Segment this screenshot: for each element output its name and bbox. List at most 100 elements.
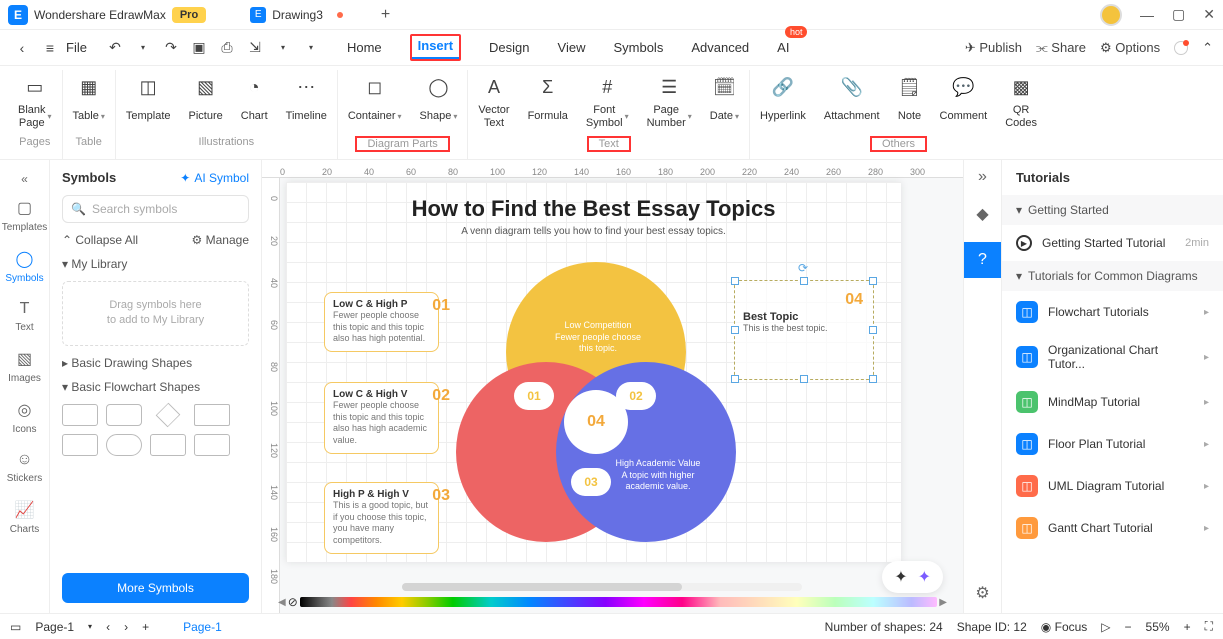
tab-ai[interactable]: AIhot [777,34,789,61]
tab-insert[interactable]: Insert [410,34,461,61]
font-symbol-button[interactable]: #Font Symbol▾ [586,76,629,130]
resize-handle[interactable] [800,277,808,285]
rail-stickers[interactable]: ☺Stickers [0,443,49,492]
back-button[interactable]: ‹ [10,36,34,60]
symbol-search-input[interactable]: 🔍 Search symbols [62,195,249,223]
export-button[interactable]: ⇲ [243,36,267,60]
library-drop-zone[interactable]: Drag symbols hereto add to My Library [62,281,249,346]
save-button[interactable]: ▣ [187,36,211,60]
new-tab-button[interactable]: + [381,6,390,24]
resize-handle[interactable] [800,375,808,383]
shape-rect2[interactable] [194,404,230,426]
tab-home[interactable]: Home [347,34,382,61]
user-avatar[interactable] [1100,4,1122,26]
venn-text-1[interactable]: Low Competition Fewer people choose this… [548,320,648,355]
maximize-button[interactable]: ▢ [1172,6,1185,23]
presentation-button[interactable]: ▷ [1101,620,1110,634]
formula-button[interactable]: ΣFormula [528,76,568,130]
shape-misc1[interactable] [150,434,186,456]
color-palette[interactable] [300,597,938,607]
undo-dropdown[interactable]: ▾ [131,36,155,60]
date-button[interactable]: 🗓Date▾ [710,76,739,130]
shape-rect[interactable] [62,404,98,426]
hyperlink-button[interactable]: 🔗Hyperlink [760,76,806,130]
rail-templates[interactable]: ▢Templates [0,190,49,241]
rail-charts[interactable]: 📈Charts [0,492,49,543]
timeline-button[interactable]: ⋯Timeline [286,76,327,130]
tutorial-item[interactable]: ◫Flowchart Tutorials▸ [1002,291,1223,333]
shape-diamond[interactable] [150,404,186,426]
canvas[interactable]: How to Find the Best Essay Topics A venn… [286,182,901,562]
resize-handle[interactable] [869,326,877,334]
fit-button[interactable]: ⛶ [1205,619,1213,634]
shape-rect3[interactable] [62,434,98,456]
ai-symbol-button[interactable]: ✦ AI Symbol [180,171,249,185]
zoom-level[interactable]: 55% [1146,620,1170,634]
collapse-ribbon-button[interactable]: ⌃ [1202,40,1213,56]
magic-icon[interactable]: ✦ [918,567,931,587]
callout-02[interactable]: 02Low C & High VFewer people choose this… [324,382,439,454]
tutorial-item[interactable]: ◫MindMap Tutorial▸ [1002,381,1223,423]
close-button[interactable]: ✕ [1203,6,1215,23]
tutorial-item[interactable]: ◫Gantt Chart Tutorial▸ [1002,507,1223,549]
more-dropdown[interactable]: ▾ [299,36,323,60]
diagram-subtitle[interactable]: A venn diagram tells you how to find you… [286,226,901,237]
tutorial-getting-started[interactable]: ▶ Getting Started Tutorial 2min [1002,225,1223,261]
collapse-left-button[interactable]: « [17,168,32,190]
comment-button[interactable]: 💬Comment [940,76,988,130]
options-button[interactable]: ⚙ Options [1100,40,1160,56]
tutorial-item[interactable]: ◫UML Diagram Tutorial▸ [1002,465,1223,507]
document-tab[interactable]: E Drawing3 [236,3,357,27]
venn-badge-01[interactable]: 01 [514,382,554,410]
shape-misc2[interactable] [194,434,230,456]
tutorial-item[interactable]: ◫Organizational Chart Tutor...▸ [1002,333,1223,381]
shape-button[interactable]: ◯Shape▾ [420,76,458,130]
vector-text-button[interactable]: AVector Text [478,76,509,130]
resize-handle[interactable] [731,277,739,285]
collapse-all-button[interactable]: ⌃ Collapse All [62,233,138,247]
table-button[interactable]: ▦Table▾ [73,76,105,130]
tab-view[interactable]: View [558,34,586,61]
redo-button[interactable]: ↷ [159,36,183,60]
expand-right-button[interactable]: » [978,168,987,186]
ai-tools-icon[interactable]: ✦ [894,567,907,587]
pages-icon[interactable]: ▭ [10,620,21,634]
no-color-icon[interactable]: ⊘ [288,595,298,609]
print-button[interactable]: ⎙ [215,36,239,60]
focus-button[interactable]: ◉ Focus [1041,620,1088,634]
color-next-button[interactable]: ▶ [939,597,947,608]
rotate-handle-icon[interactable]: ⟳ [798,261,808,275]
manage-button[interactable]: ⚙ Manage [192,233,249,247]
container-button[interactable]: ◻Container▾ [348,76,402,130]
venn-text-2[interactable]: High Academic Value A topic with higher … [608,458,708,493]
resize-handle[interactable] [731,375,739,383]
shape-pill[interactable] [106,434,142,456]
share-button[interactable]: ⫘ Share [1036,40,1086,56]
tutorials-section-1[interactable]: ▾ Getting Started [1002,195,1223,225]
diagram-title[interactable]: How to Find the Best Essay Topics [286,182,901,226]
publish-button[interactable]: ✈ Publish [965,40,1022,56]
tab-design[interactable]: Design [489,34,529,61]
next-page-button[interactable]: › [124,620,128,634]
zoom-out-button[interactable]: − [1125,620,1132,634]
resize-handle[interactable] [869,277,877,285]
callout-03[interactable]: 03High P & High VThis is a good topic, b… [324,482,439,554]
color-prev-button[interactable]: ◀ [278,597,286,608]
file-menu[interactable]: File [66,40,87,55]
current-page-label[interactable]: Page-1 [183,620,222,634]
fill-icon[interactable]: ◆ [976,204,988,224]
horizontal-scrollbar[interactable] [402,583,802,591]
blank-page-button[interactable]: ▭Blank Page▾ [18,76,52,130]
settings-icon[interactable]: ⚙ [975,583,989,603]
notifications-icon[interactable] [1174,41,1188,55]
qr-button[interactable]: ▩QR Codes [1005,76,1037,130]
prev-page-button[interactable]: ‹ [106,620,110,634]
tab-advanced[interactable]: Advanced [691,34,749,61]
attachment-button[interactable]: 📎Attachment [824,76,880,130]
shape-rounded[interactable] [106,404,142,426]
tutorial-item[interactable]: ◫Floor Plan Tutorial▸ [1002,423,1223,465]
rail-images[interactable]: ▧Images [0,341,49,392]
selected-text-box[interactable]: ⟳ 04 Best Topic This is the best topic. [734,280,874,380]
note-button[interactable]: 🗒Note [898,76,922,130]
venn-center[interactable]: 04 [564,390,628,454]
